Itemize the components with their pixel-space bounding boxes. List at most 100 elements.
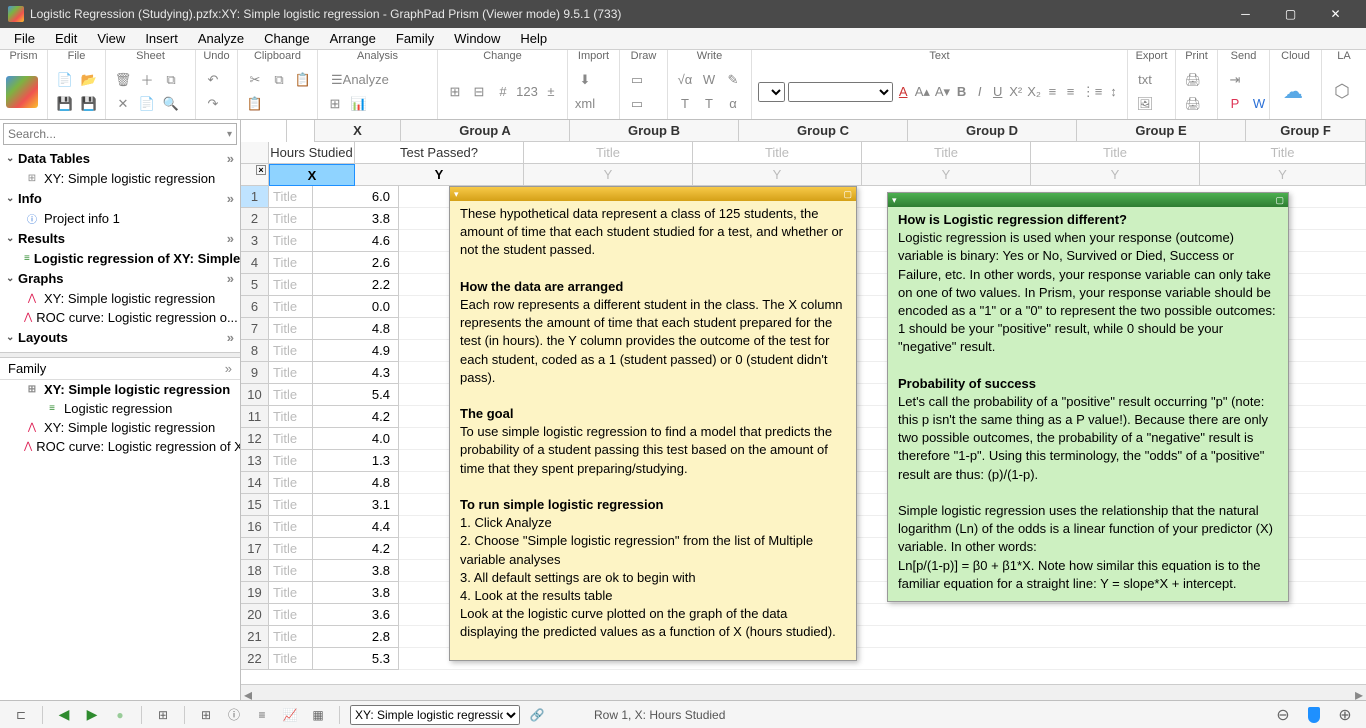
note-yellow-collapse-icon[interactable]: ▢ bbox=[843, 188, 852, 201]
cell-x[interactable]: 3.1 bbox=[313, 494, 399, 516]
superscript-icon[interactable]: X² bbox=[1008, 81, 1023, 103]
word-icon[interactable]: W bbox=[698, 69, 720, 91]
cut-icon[interactable]: ✂ bbox=[244, 69, 266, 91]
menu-file[interactable]: File bbox=[4, 29, 45, 48]
col-title-e[interactable]: Title bbox=[1031, 142, 1200, 164]
bullets-icon[interactable]: ⋮≡ bbox=[1081, 81, 1103, 103]
tree-item[interactable]: ⊞XY: Simple logistic regression bbox=[0, 169, 240, 188]
anova-icon[interactable]: ⊞ bbox=[324, 93, 346, 115]
family-item[interactable]: ⊞XY: Simple logistic regression bbox=[0, 380, 240, 399]
analyze-button[interactable]: ☰ Analyze bbox=[324, 69, 396, 91]
family-item[interactable]: ⋀ROC curve: Logistic regression of X bbox=[0, 437, 240, 456]
change-5-icon[interactable]: ± bbox=[540, 81, 562, 103]
menu-analyze[interactable]: Analyze bbox=[188, 29, 254, 48]
font-family-select[interactable] bbox=[788, 82, 893, 102]
row-number[interactable]: 6 bbox=[241, 296, 269, 318]
tree-section-header[interactable]: ⌄Layouts» bbox=[0, 327, 240, 348]
row-number[interactable]: 15 bbox=[241, 494, 269, 516]
prev-sheet-icon[interactable]: ◀ bbox=[53, 704, 75, 726]
view-table-icon[interactable]: ⊞ bbox=[195, 704, 217, 726]
col-group-e[interactable]: Group E bbox=[1077, 120, 1246, 142]
copy-icon[interactable]: ⧉ bbox=[268, 69, 290, 91]
row-number[interactable]: 18 bbox=[241, 560, 269, 582]
stats-icon[interactable]: 📊 bbox=[348, 93, 370, 115]
row-title[interactable]: Title bbox=[269, 538, 313, 560]
row-number[interactable]: 11 bbox=[241, 406, 269, 428]
text-T2-icon[interactable]: T bbox=[698, 93, 720, 115]
row-title[interactable]: Title bbox=[269, 252, 313, 274]
col-group-d[interactable]: Group D bbox=[908, 120, 1077, 142]
labarchives-icon[interactable]: ⬡ bbox=[1328, 78, 1356, 106]
row-number[interactable]: 17 bbox=[241, 538, 269, 560]
cell-x[interactable]: 4.8 bbox=[313, 318, 399, 340]
row-number[interactable]: 8 bbox=[241, 340, 269, 362]
view-gallery-icon[interactable]: ⊞ bbox=[152, 704, 174, 726]
col-group-a[interactable]: Group A bbox=[401, 120, 570, 142]
tree-item[interactable]: ≡Logistic regression of XY: Simple... bbox=[0, 249, 240, 268]
link-sheet-icon[interactable]: ● bbox=[109, 704, 131, 726]
prism-logo-icon[interactable] bbox=[6, 76, 38, 108]
change-1-icon[interactable]: ⊞ bbox=[444, 81, 466, 103]
family-item[interactable]: ⋀XY: Simple logistic regression bbox=[0, 418, 240, 437]
tree-section-header[interactable]: ⌄Graphs» bbox=[0, 268, 240, 289]
row-title[interactable]: Title bbox=[269, 230, 313, 252]
row-number[interactable]: 2 bbox=[241, 208, 269, 230]
grid-h-scrollbar[interactable]: ◂ ▸ bbox=[241, 684, 1366, 700]
note-yellow-menu-icon[interactable]: ▾ bbox=[454, 188, 459, 201]
tree-section-header[interactable]: ⌄Data Tables» bbox=[0, 148, 240, 169]
find-sheet-icon[interactable]: 🔍 bbox=[160, 93, 182, 115]
row-number[interactable]: 3 bbox=[241, 230, 269, 252]
close-sheet-icon[interactable]: ✕ bbox=[112, 93, 134, 115]
italic-icon[interactable]: I bbox=[972, 81, 987, 103]
row-title[interactable]: Title bbox=[269, 582, 313, 604]
cell-x[interactable]: 5.4 bbox=[313, 384, 399, 406]
menu-insert[interactable]: Insert bbox=[135, 29, 188, 48]
col-title-f[interactable]: Title bbox=[1200, 142, 1366, 164]
cloud-icon[interactable]: ☁ bbox=[1276, 75, 1310, 109]
menu-window[interactable]: Window bbox=[444, 29, 510, 48]
col-title-c[interactable]: Title bbox=[693, 142, 862, 164]
row-number[interactable]: 22 bbox=[241, 648, 269, 670]
row-number[interactable]: 4 bbox=[241, 252, 269, 274]
cell-x[interactable]: 4.4 bbox=[313, 516, 399, 538]
tree-section-header[interactable]: ⌄Info» bbox=[0, 188, 240, 209]
send-ppt-icon[interactable]: P bbox=[1224, 93, 1246, 115]
cell-x[interactable]: 4.9 bbox=[313, 340, 399, 362]
change-3-icon[interactable]: # bbox=[492, 81, 514, 103]
view-layout-icon[interactable]: ▦ bbox=[307, 704, 329, 726]
send-word-icon[interactable]: W bbox=[1248, 93, 1270, 115]
col-sub-d[interactable]: Y bbox=[862, 164, 1031, 186]
menu-edit[interactable]: Edit bbox=[45, 29, 87, 48]
cell-x[interactable]: 3.8 bbox=[313, 560, 399, 582]
align-left-icon[interactable]: ≡ bbox=[1045, 81, 1060, 103]
cell-x[interactable]: 3.6 bbox=[313, 604, 399, 626]
col-group-c[interactable]: Group C bbox=[739, 120, 908, 142]
note-green-menu-icon[interactable]: ▾ bbox=[892, 194, 897, 207]
delete-sheet-icon[interactable]: 🗑 bbox=[112, 69, 134, 91]
row-number[interactable]: 1 bbox=[241, 186, 269, 208]
dup-sheet-icon[interactable]: ⧉ bbox=[160, 69, 182, 91]
menu-family[interactable]: Family bbox=[386, 29, 444, 48]
row-title[interactable]: Title bbox=[269, 340, 313, 362]
cell-x[interactable]: 4.2 bbox=[313, 538, 399, 560]
info-note-yellow[interactable]: ▾▢ These hypothetical data represent a c… bbox=[449, 186, 857, 661]
row-title[interactable]: Title bbox=[269, 450, 313, 472]
draw-2-icon[interactable]: ▭ bbox=[626, 93, 648, 115]
minimize-button[interactable]: ─ bbox=[1223, 0, 1268, 28]
underline-icon[interactable]: U bbox=[990, 81, 1005, 103]
cell-x[interactable]: 4.3 bbox=[313, 362, 399, 384]
col-sub-f[interactable]: Y bbox=[1200, 164, 1366, 186]
col-group-x[interactable]: X bbox=[315, 120, 401, 142]
row-title[interactable]: Title bbox=[269, 472, 313, 494]
row-title-close-icon[interactable]: × bbox=[256, 165, 266, 175]
menu-change[interactable]: Change bbox=[254, 29, 320, 48]
row-title[interactable]: Title bbox=[269, 186, 313, 208]
cell-x[interactable]: 4.6 bbox=[313, 230, 399, 252]
next-sheet-icon[interactable]: ▶ bbox=[81, 704, 103, 726]
info-note-green[interactable]: ▾▢ How is Logistic regression different?… bbox=[887, 192, 1289, 602]
row-title[interactable]: Title bbox=[269, 516, 313, 538]
change-2-icon[interactable]: ⊟ bbox=[468, 81, 490, 103]
row-title[interactable]: Title bbox=[269, 208, 313, 230]
open-file-icon[interactable]: 📂 bbox=[78, 69, 100, 91]
tree-item[interactable]: ⓘProject info 1 bbox=[0, 209, 240, 228]
